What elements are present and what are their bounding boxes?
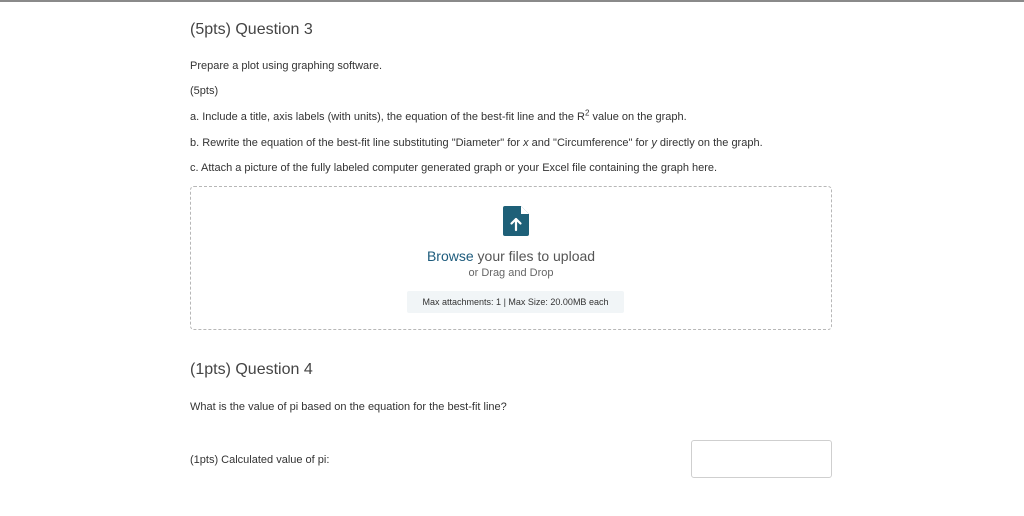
instruction-a-tail: value on the graph. (589, 111, 687, 123)
question-3-title: (5pts) Question 3 (190, 21, 313, 38)
upload-limits-badge: Max attachments: 1 | Max Size: 20.00MB e… (407, 291, 624, 313)
question-3-points: (5pts) (190, 85, 219, 97)
instruction-b-text: b. Rewrite the equation of the best-fit … (190, 137, 524, 149)
top-border (0, 0, 1024, 2)
browse-link[interactable]: Browse (427, 248, 474, 264)
question-4-prompt: What is the value of pi based on the equ… (190, 401, 507, 413)
instruction-b: b. Rewrite the equation of the best-fit … (190, 137, 763, 149)
question-3-intro: Prepare a plot using graphing software. (190, 60, 383, 72)
browse-files-prompt: Browse your files to upload (191, 248, 831, 264)
browse-text: your files to upload (473, 248, 596, 264)
file-upload-dropzone[interactable]: Browse your files to upload or Drag and … (190, 186, 832, 330)
drag-and-drop-text: or Drag and Drop (468, 267, 554, 279)
pi-answer-input[interactable] (691, 440, 832, 478)
instruction-a-text: a. Include a title, axis labels (with un… (190, 111, 586, 123)
instruction-c: c. Attach a picture of the fully labeled… (190, 162, 718, 174)
answer-label: (1pts) Calculated value of pi: (190, 454, 330, 466)
instruction-a: a. Include a title, axis labels (with un… (190, 109, 687, 123)
instruction-b-middle: and "Circumference" for (528, 137, 652, 149)
file-upload-icon[interactable] (503, 206, 529, 236)
instruction-b-tail: directly on the graph. (656, 137, 763, 149)
question-4-title: (1pts) Question 4 (190, 361, 313, 378)
